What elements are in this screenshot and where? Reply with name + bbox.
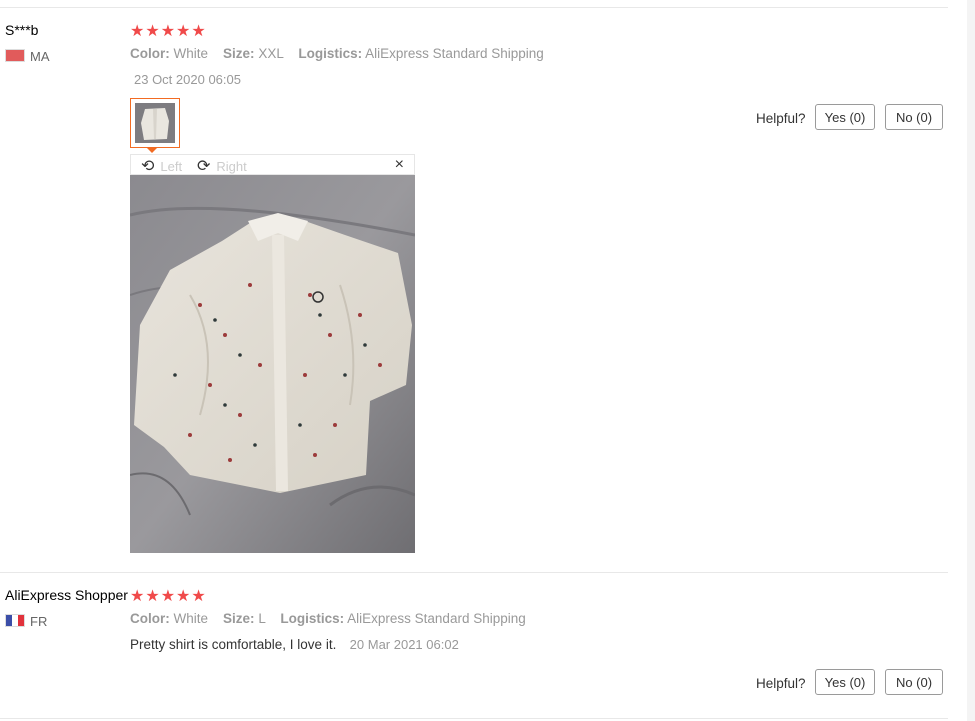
rotate-right-icon: ⟳ (197, 158, 211, 175)
sku-attributes: Color: White Size: L Logistics: AliExpre… (130, 611, 526, 626)
bottom-divider (0, 718, 948, 719)
size-label: Size: (223, 46, 255, 61)
reviewer-country: FR (30, 614, 48, 629)
flag-icon (5, 49, 25, 62)
rotate-right-button[interactable]: ⟳ Right (197, 156, 247, 176)
helpful-no-button[interactable]: No (0) (885, 669, 943, 695)
star-rating: ★★★★★ (130, 23, 207, 40)
scrollbar[interactable] (967, 0, 975, 721)
logistics-label: Logistics: (298, 46, 363, 61)
reviewer-name: AliExpress Shopper (5, 587, 128, 603)
helpful-no-button[interactable]: No (0) (885, 104, 943, 130)
thumbnail-image (135, 103, 175, 143)
size-value: L (258, 611, 266, 626)
logistics-label: Logistics: (280, 611, 345, 626)
flag-icon (5, 614, 25, 627)
review-date: 23 Oct 2020 06:05 (134, 72, 241, 87)
color-label: Color: (130, 611, 170, 626)
rotate-left-button[interactable]: ⟲ Left (141, 156, 182, 176)
review-divider (0, 572, 948, 573)
rotate-left-icon: ⟲ (141, 158, 155, 175)
review-date: 20 Mar 2021 06:02 (349, 637, 459, 652)
shirt-photo (130, 175, 415, 553)
rotate-left-label: Left (160, 158, 183, 174)
logistics-value: AliExpress Standard Shipping (365, 46, 544, 61)
close-icon[interactable]: × (395, 156, 404, 174)
review-photo-large (130, 175, 415, 553)
thumbnail-pointer (146, 147, 158, 153)
size-label: Size: (223, 611, 255, 626)
rotate-right-label: Right (216, 158, 247, 174)
color-label: Color: (130, 46, 170, 61)
size-value: XXL (258, 46, 284, 61)
reviewer-name: S***b (5, 22, 39, 38)
image-viewer-toolbar: ⟲ Left ⟳ Right × (130, 154, 415, 175)
top-divider (0, 7, 948, 8)
star-rating: ★★★★★ (130, 588, 207, 605)
reviewer-country: MA (30, 49, 50, 64)
helpful-yes-button[interactable]: Yes (0) (815, 104, 875, 130)
review-body: Pretty shirt is comfortable, I love it. … (130, 636, 459, 654)
color-value: White (173, 46, 209, 61)
review-text: Pretty shirt is comfortable, I love it. (130, 637, 337, 652)
color-value: White (173, 611, 209, 626)
helpful-label: Helpful? (756, 111, 806, 126)
logistics-value: AliExpress Standard Shipping (347, 611, 526, 626)
helpful-yes-button[interactable]: Yes (0) (815, 669, 875, 695)
sku-attributes: Color: White Size: XXL Logistics: AliExp… (130, 46, 544, 61)
helpful-label: Helpful? (756, 676, 806, 691)
review-photo-thumbnail[interactable] (130, 98, 180, 148)
